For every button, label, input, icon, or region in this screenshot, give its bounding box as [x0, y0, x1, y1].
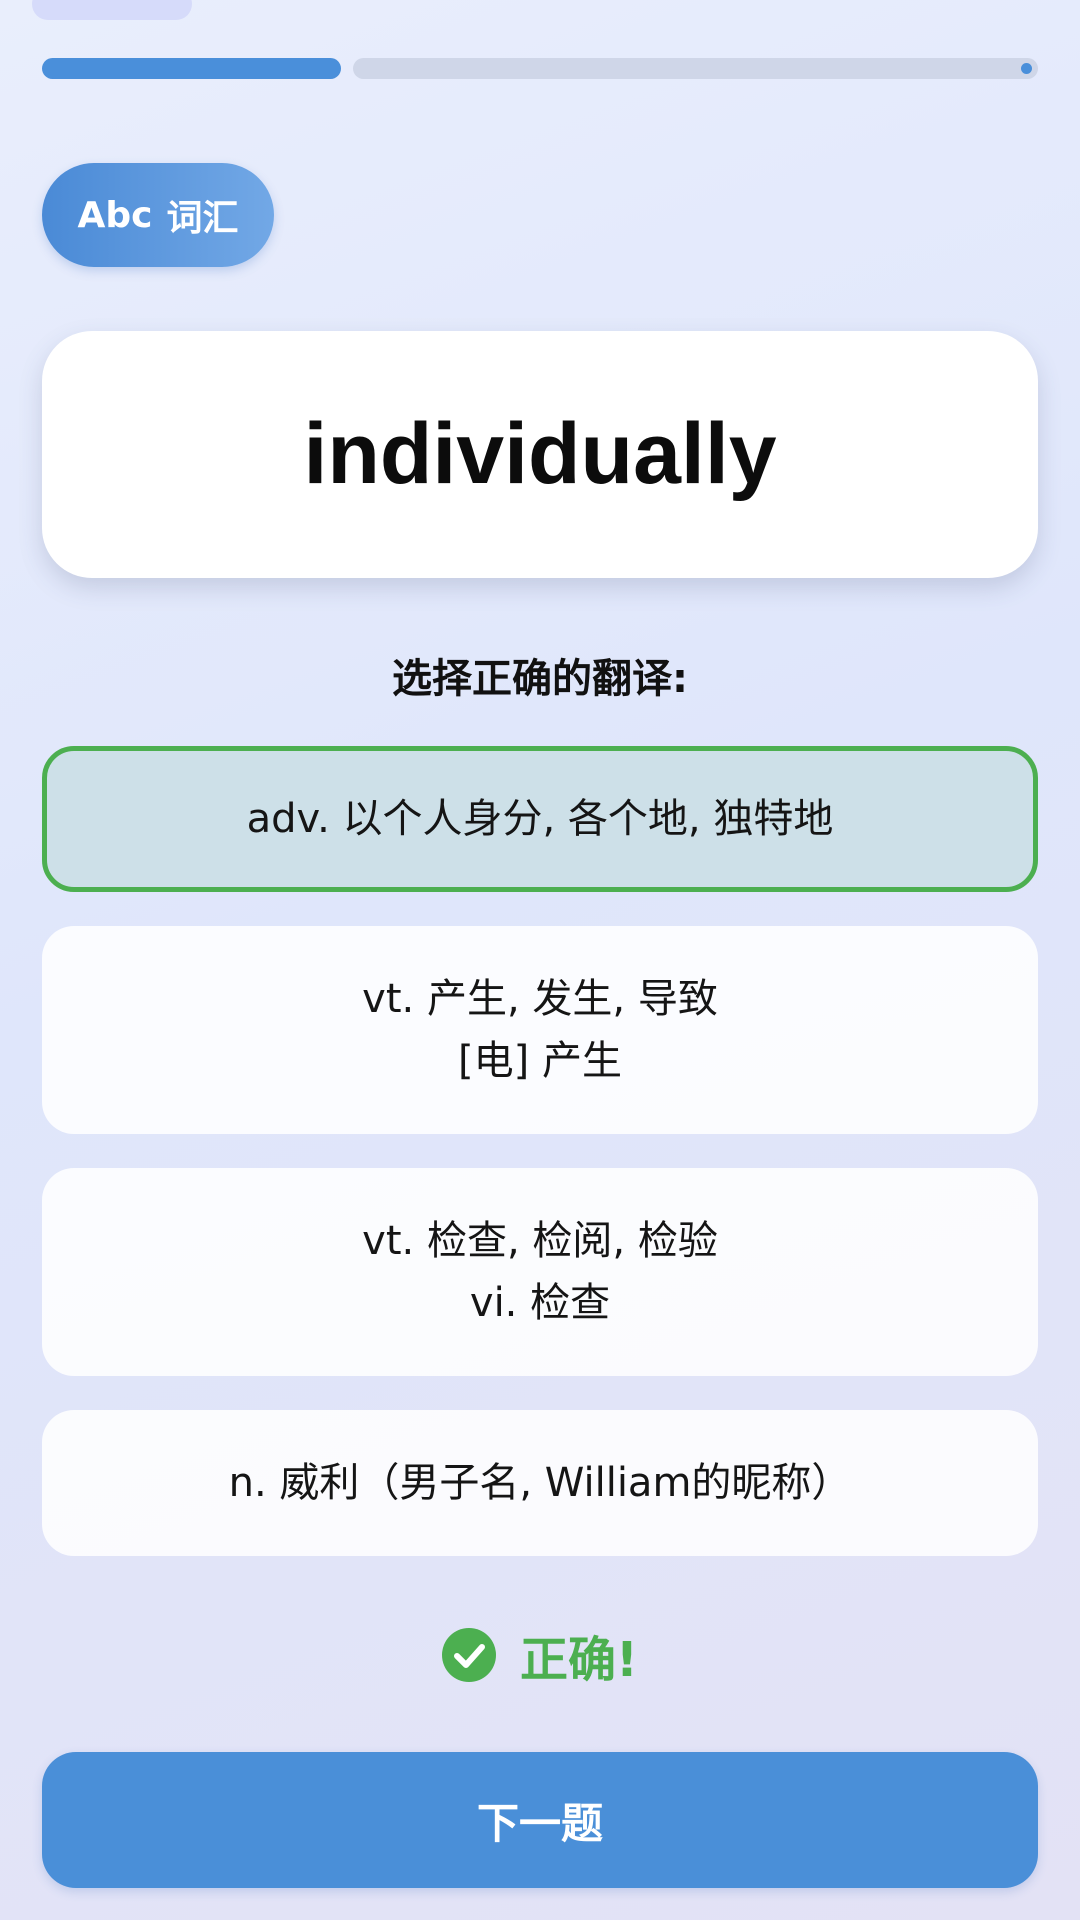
abc-icon: Abc — [77, 194, 153, 236]
word-card: individually — [42, 331, 1038, 578]
progress-fill — [42, 58, 341, 79]
option-2[interactable]: vt. 产生, 发生, 导致 [电] 产生 — [42, 926, 1038, 1134]
result-text: 正确! — [520, 1632, 638, 1688]
option-2-line-1: vt. 产生, 发生, 导致 — [362, 976, 718, 1022]
option-3[interactable]: vt. 检查, 检阅, 检验 vi. 检查 — [42, 1168, 1038, 1376]
option-2-line-2: [电] 产生 — [458, 1038, 622, 1084]
option-4[interactable]: n. 威利（男子名, William的昵称） — [42, 1410, 1038, 1556]
next-question-button[interactable]: 下一题 — [42, 1752, 1038, 1888]
option-1[interactable]: adv. 以个人身分, 各个地, 独特地 — [42, 746, 1038, 892]
progress-end-dot — [1021, 63, 1032, 74]
result-feedback: 正确! — [0, 1620, 1080, 1690]
question-word: individually — [303, 406, 777, 502]
question-prompt: 选择正确的翻译: — [392, 656, 688, 702]
option-3-line-1: vt. 检查, 检阅, 检验 — [362, 1218, 718, 1264]
category-badge[interactable]: Abc 词汇 — [42, 163, 274, 267]
category-label: 词汇 — [166, 198, 239, 239]
progress-bar — [42, 58, 1038, 79]
option-1-line-1: adv. 以个人身分, 各个地, 独特地 — [246, 796, 834, 842]
top-tab-pill — [32, 0, 192, 20]
check-circle-icon — [442, 1628, 497, 1682]
option-4-line-1: n. 威利（男子名, William的昵称） — [228, 1460, 852, 1506]
progress-track — [353, 58, 1038, 79]
option-3-line-2: vi. 检查 — [469, 1280, 611, 1326]
